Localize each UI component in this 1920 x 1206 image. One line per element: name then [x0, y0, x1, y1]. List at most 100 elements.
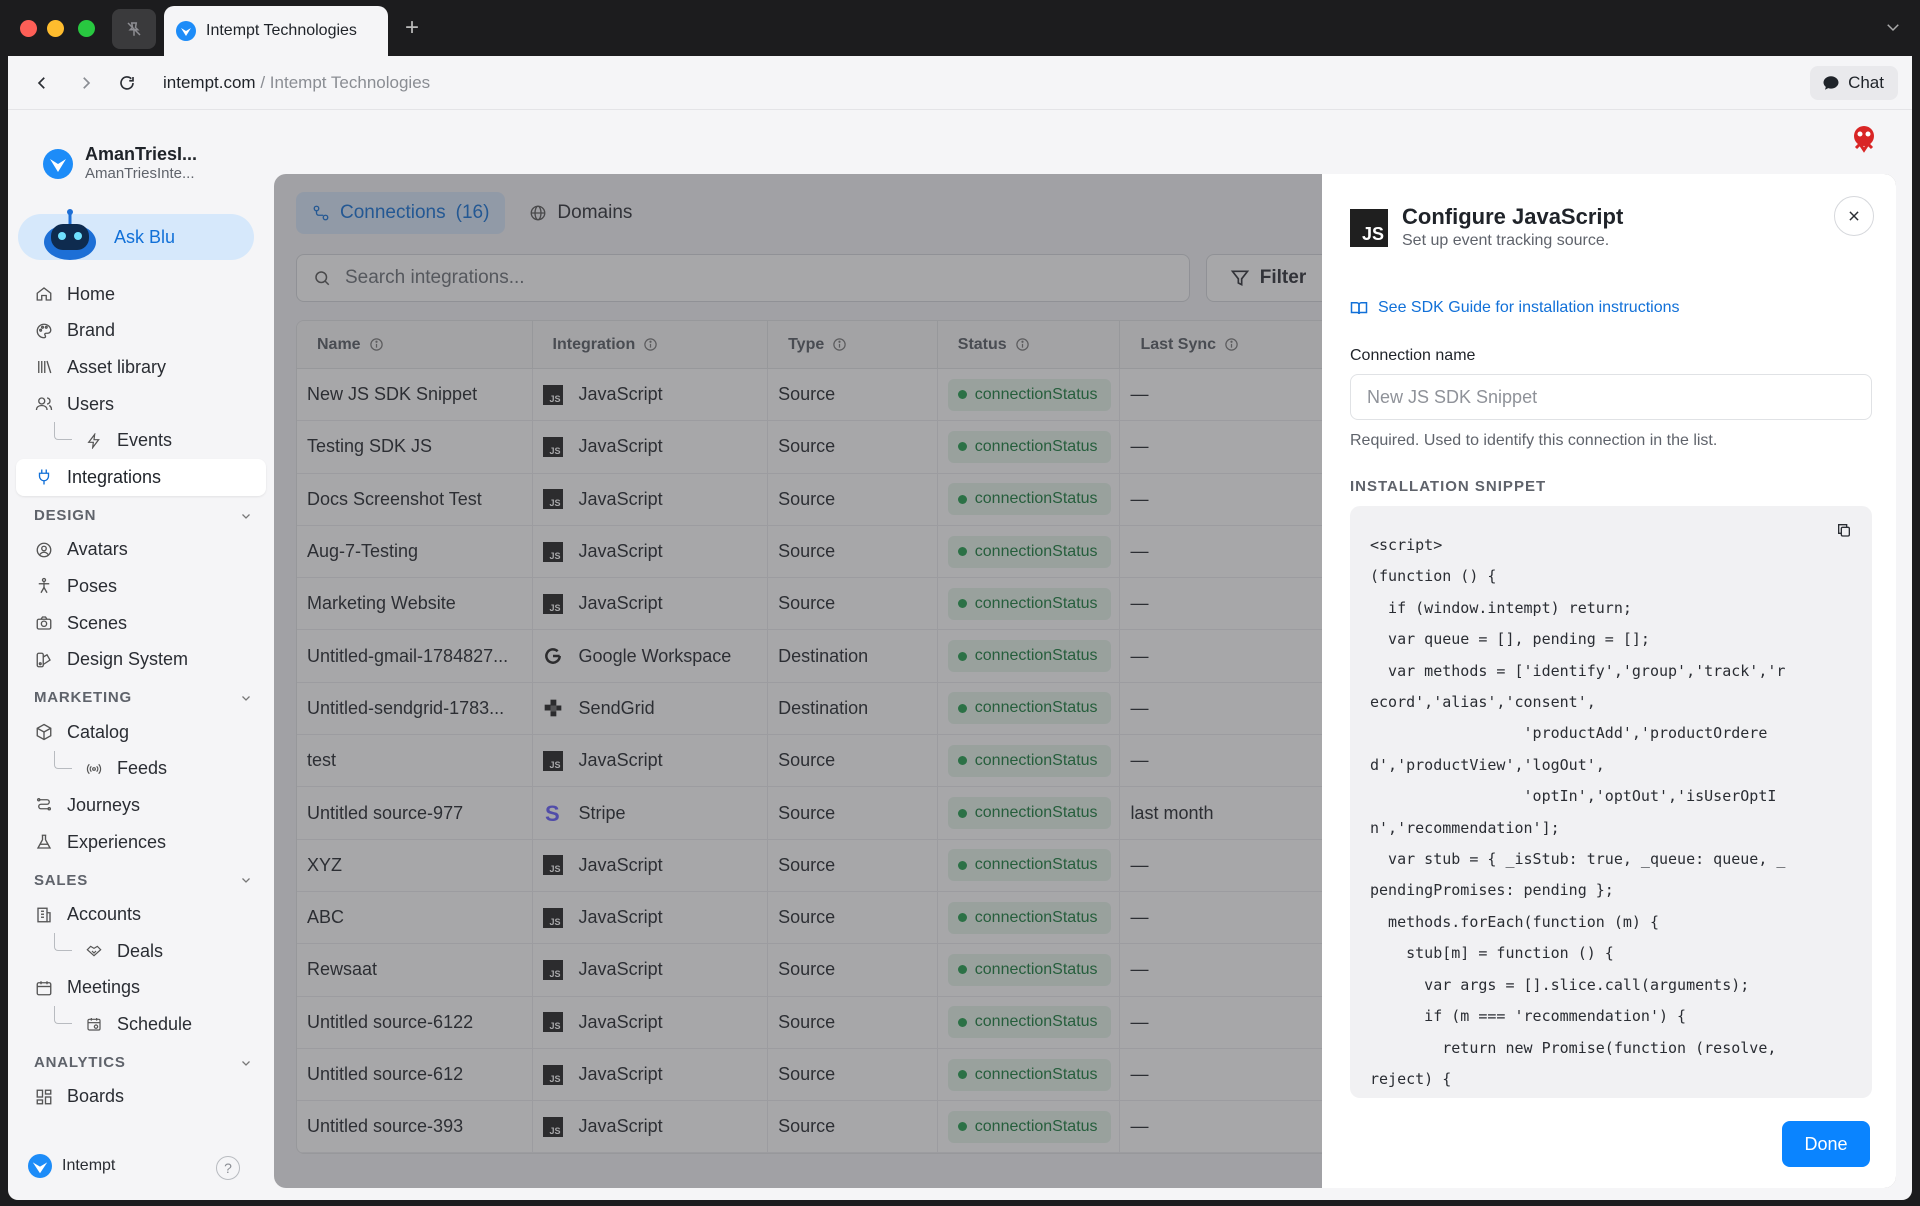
back-button[interactable] [30, 71, 54, 95]
user-avatar-icon [1854, 126, 1874, 153]
chat-button[interactable]: Chat [1810, 66, 1898, 100]
sidebar-item-avatars[interactable]: Avatars [16, 532, 266, 569]
sidebar-item-label: Users [67, 393, 115, 414]
tab-list-chevron-icon[interactable] [1884, 18, 1902, 41]
chevron-down-icon [242, 695, 250, 701]
maximize-window-button[interactable] [78, 20, 95, 37]
browser-tab-active[interactable]: Intempt Technologies [164, 6, 388, 56]
code-line: 'productAdd','productOrdere [1370, 724, 1768, 743]
sidebar-item-events[interactable]: Events [16, 422, 266, 459]
sidebar-footer-brand[interactable]: Intempt [28, 1154, 115, 1178]
url-domain: intempt.com [163, 73, 256, 92]
sdk-guide-link[interactable]: See SDK Guide for installation instructi… [1350, 299, 1679, 317]
sidebar-item-label: Integrations [67, 466, 162, 487]
browser-titlebar: Intempt Technologies + [0, 0, 1920, 56]
sidebar-item-accounts[interactable]: Accounts [16, 896, 266, 933]
drawer-subtitle: Set up event tracking source. [1402, 232, 1610, 249]
sidebar-item-label: Home [67, 283, 116, 304]
sidebar-item-scenes[interactable]: Scenes [16, 605, 266, 642]
sidebar-item-boards[interactable]: Boards [16, 1079, 266, 1116]
avatar-circle-icon [34, 540, 54, 560]
plug-icon [34, 467, 54, 487]
sidebar-item-home[interactable]: Home [16, 276, 266, 313]
camera-icon [34, 613, 54, 633]
sidebar-item-schedule[interactable]: Schedule [16, 1006, 266, 1043]
sidebar-item-deals[interactable]: Deals [16, 932, 266, 970]
code-line: n','recommendation']; [1370, 818, 1560, 837]
drawer-title: Configure JavaScript [1402, 204, 1624, 229]
sidebar-item-label: Feeds [117, 758, 168, 779]
section-sales[interactable]: SALES [16, 860, 266, 896]
ask-blu-button[interactable]: Ask Blu [18, 209, 254, 260]
code-line: (function () { [1370, 567, 1497, 586]
sidebar-item-label: Meetings [67, 977, 141, 998]
intempt-logo-icon [28, 1154, 52, 1178]
code-line: var queue = [], pending = []; [1370, 630, 1650, 649]
code-line: pendingPromises: pending }; [1370, 881, 1614, 900]
sidebar-item-catalog[interactable]: Catalog [16, 714, 266, 751]
chevron-down-icon [242, 513, 250, 519]
browser-window: intempt.com / Intempt Technologies Chat … [8, 56, 1912, 1200]
connection-name-placeholder: New JS SDK Snippet [1367, 386, 1538, 407]
sidebar-item-label: Boards [67, 1086, 125, 1107]
sidebar-item-label: Journeys [67, 794, 141, 815]
section-label: DESIGN [34, 507, 97, 525]
copy-button[interactable] [1836, 522, 1852, 543]
building-icon [34, 905, 54, 925]
connection-name-help: Required. Used to identify this connecti… [1350, 432, 1718, 449]
route-icon [34, 795, 54, 815]
person-pose-icon [34, 576, 54, 596]
url-separator: / [260, 73, 266, 92]
user-avatar[interactable] [1850, 124, 1878, 161]
footer-brand-label: Intempt [62, 1157, 116, 1174]
close-drawer-button[interactable] [1834, 196, 1874, 236]
sidebar-item-asset-library[interactable]: Asset library [16, 349, 266, 386]
reload-button[interactable] [115, 71, 139, 95]
help-button[interactable]: ? [216, 1156, 240, 1180]
sidebar-item-feeds[interactable]: Feeds [16, 750, 266, 788]
sidebar-item-brand[interactable]: Brand [16, 313, 266, 350]
sidebar-item-label: Events [117, 430, 173, 451]
done-button[interactable]: Done [1782, 1121, 1870, 1167]
sidebar-item-label: Accounts [67, 904, 142, 925]
installation-snippet-code[interactable]: <script> (function () { if (window.intemp… [1350, 506, 1872, 1098]
blu-robot-icon [44, 209, 96, 260]
sidebar-item-design-system[interactable]: Design System [16, 641, 266, 678]
connection-name-input[interactable]: New JS SDK Snippet [1350, 374, 1872, 420]
intempt-logo-icon [176, 21, 196, 41]
chevron-left-icon [37, 77, 45, 89]
section-design[interactable]: DESIGN [16, 496, 266, 532]
chevron-right-icon [83, 77, 91, 89]
url-field[interactable]: intempt.com / Intempt Technologies [163, 73, 430, 93]
workspace-name: AmanTriesI... [85, 144, 198, 164]
sidebar-item-label: Scenes [67, 612, 128, 633]
sidebar-item-poses[interactable]: Poses [16, 568, 266, 605]
section-marketing[interactable]: MARKETING [16, 678, 266, 714]
section-analytics[interactable]: ANALYTICS [16, 1043, 266, 1079]
forward-button[interactable] [74, 71, 98, 95]
code-line: stub[m] = function () { [1370, 944, 1614, 963]
minimize-window-button[interactable] [47, 20, 64, 37]
code-line: var args = [].slice.call(arguments); [1370, 975, 1750, 994]
pinned-tab[interactable] [112, 9, 156, 49]
copy-icon [1838, 524, 1850, 537]
pin-icon [127, 22, 141, 36]
sidebar-item-users[interactable]: Users [16, 386, 266, 423]
workspace-switcher[interactable]: AmanTriesI... AmanTriesInte... [43, 144, 197, 184]
sidebar-item-meetings[interactable]: Meetings [16, 970, 266, 1007]
chevron-down-icon [242, 878, 250, 884]
sidebar-item-label: Catalog [67, 721, 130, 742]
new-tab-button[interactable]: + [405, 14, 419, 42]
javascript-logo-icon: JS [1350, 209, 1388, 247]
sidebar-item-label: Avatars [67, 539, 128, 560]
handshake-icon [84, 941, 104, 961]
sidebar: AmanTriesI... AmanTriesInte... Ask Blu H… [8, 110, 274, 1200]
code-line: ecord','alias','consent', [1370, 693, 1596, 712]
workspace-subtitle: AmanTriesInte... [85, 165, 195, 182]
sidebar-item-integrations[interactable]: Integrations [16, 458, 266, 496]
close-window-button[interactable] [20, 20, 37, 37]
calendar-clock-icon [84, 1014, 104, 1034]
sidebar-item-journeys[interactable]: Journeys [16, 787, 266, 824]
sidebar-item-experiences[interactable]: Experiences [16, 824, 266, 861]
section-label: SALES [34, 871, 89, 889]
